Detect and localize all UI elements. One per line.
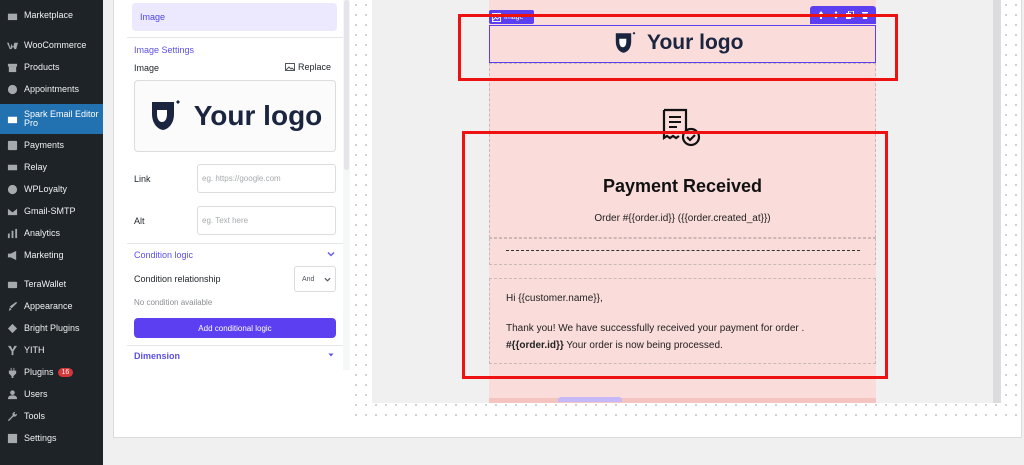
yith-icon [6, 344, 18, 356]
sidebar-item-payments[interactable]: Payments [0, 138, 103, 152]
replace-image-button[interactable]: Replace [285, 62, 331, 72]
sidebar-item-products[interactable]: Products [0, 60, 103, 74]
condition-relationship-select[interactable]: And [294, 266, 336, 292]
sidebar-item-gmail-smtp[interactable]: Gmail-SMTP [0, 204, 103, 218]
add-conditional-logic-button[interactable]: Add conditional logic [134, 318, 336, 338]
sidebar-item-appointments[interactable]: Appointments [0, 82, 103, 96]
condition-logic-title[interactable]: Condition logic [134, 250, 193, 260]
loyalty-icon [6, 183, 18, 195]
archive-icon [6, 61, 18, 73]
wrench-icon [6, 410, 18, 422]
logo-mark-icon [151, 100, 180, 130]
users-icon [6, 388, 18, 400]
email-footer-strip [489, 398, 876, 403]
bar-chart-icon [6, 227, 18, 239]
sidebar-item-users[interactable]: Users [0, 387, 103, 401]
sidebar-item-marketplace[interactable]: Marketplace [0, 8, 103, 22]
wp-admin-sidebar: Marketplace WooCommerce Products Appoint… [0, 0, 103, 465]
condition-relationship-label: Condition relationship [134, 274, 221, 284]
sidebar-item-terawallet[interactable]: TeraWallet [0, 277, 103, 291]
sidebar-item-relay[interactable]: Relay [0, 160, 103, 174]
sidebar-item-yith[interactable]: YITH [0, 343, 103, 357]
sidebar-item-appearance[interactable]: Appearance [0, 299, 103, 313]
chevron-down-icon[interactable] [327, 250, 335, 258]
sidebar-item-marketing[interactable]: Marketing [0, 248, 103, 262]
plugins-update-badge: 16 [57, 367, 74, 377]
sidebar-item-analytics[interactable]: Analytics [0, 226, 103, 240]
divider [127, 345, 343, 346]
relay-icon [6, 161, 18, 173]
sidebar-item-woocommerce[interactable]: WooCommerce [0, 38, 103, 52]
caret-down-icon[interactable] [327, 351, 335, 359]
megaphone-icon [6, 249, 18, 261]
alt-label: Alt [134, 216, 145, 226]
divider [127, 37, 343, 38]
bright-plugins-icon [6, 322, 18, 334]
plugin-icon [6, 366, 18, 378]
sidebar-item-bright-plugins[interactable]: Bright Plugins [0, 321, 103, 335]
brush-icon [6, 300, 18, 312]
sidebar-item-settings[interactable]: Settings [0, 431, 103, 445]
link-input[interactable]: eg. https://google.com [197, 164, 336, 193]
woo-icon [6, 39, 18, 51]
sidebar-item-wployalty[interactable]: WPLoyalty [0, 182, 103, 196]
clock-icon [6, 83, 18, 95]
email-editor-icon [6, 113, 18, 125]
image-replace-icon [285, 63, 295, 71]
image-preview[interactable]: Your logo [134, 80, 336, 152]
sidebar-item-tools[interactable]: Tools [0, 409, 103, 423]
settings-icon [6, 432, 18, 444]
store-icon [6, 9, 18, 21]
alt-input[interactable]: eg. Text here [197, 206, 336, 235]
image-block-tab[interactable]: Image [132, 3, 337, 31]
mail-icon [6, 205, 18, 217]
settings-scrollbar-thumb[interactable] [344, 0, 349, 170]
no-condition-text: No condition available [134, 298, 213, 307]
highlight-box-logo [458, 14, 898, 81]
sidebar-item-spark-email-editor[interactable]: Spark Email Editor Pro [0, 104, 103, 134]
image-label: Image [134, 63, 160, 73]
dimension-title[interactable]: Dimension [134, 351, 180, 361]
dollar-icon [6, 139, 18, 151]
preview-logo-text: Your logo [193, 100, 323, 131]
wallet-icon [6, 278, 18, 290]
link-label: Link [134, 174, 151, 184]
add-block-handle[interactable] [558, 397, 622, 402]
divider [127, 243, 343, 244]
image-settings-title: Image Settings [134, 45, 195, 55]
highlight-box-content [462, 131, 888, 379]
sidebar-item-plugins[interactable]: Plugins 16 [0, 365, 103, 379]
chevron-down-icon [324, 277, 331, 282]
canvas-scrollbar[interactable] [993, 0, 1001, 403]
